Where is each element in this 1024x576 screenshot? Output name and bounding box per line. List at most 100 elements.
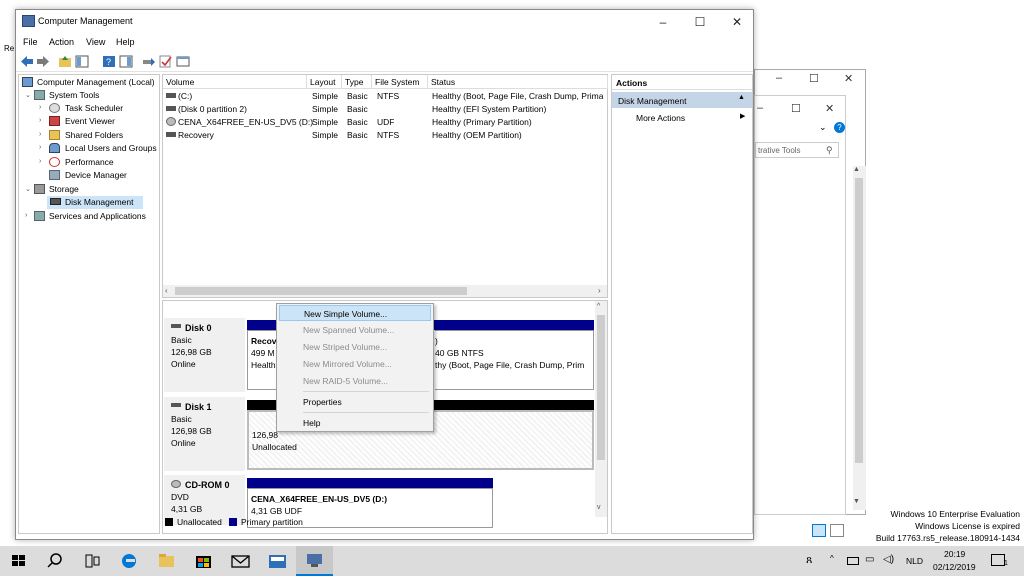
menu-view[interactable]: View	[86, 37, 105, 47]
menu-item-new-simple-volume[interactable]: New Simple Volume...	[279, 305, 431, 321]
column-header-type[interactable]: Type	[342, 75, 372, 89]
close-icon[interactable]: ✕	[825, 102, 834, 115]
menu-item-help[interactable]: Help	[279, 415, 431, 431]
disk-0-label[interactable]: Disk 0 Basic 126,98 GB Online	[164, 318, 245, 392]
mail-icon[interactable]	[222, 546, 259, 576]
large-icons-view-icon[interactable]	[830, 524, 844, 537]
minimize-icon[interactable]: –	[757, 102, 763, 114]
show-hidden-icons[interactable]: ^	[830, 554, 834, 563]
scroll-up-icon[interactable]: ▲	[853, 166, 860, 173]
collapse-chevron-icon[interactable]: ⌄	[25, 185, 31, 193]
scroll-thumb[interactable]	[175, 287, 467, 295]
action-center-icon[interactable]	[991, 554, 1005, 566]
storage-icon	[34, 184, 45, 194]
edge-browser-icon[interactable]	[111, 546, 148, 576]
volume-icon	[166, 93, 176, 98]
actions-pane: Actions Disk Management ▲ More Actions ▶	[611, 74, 753, 534]
language-indicator[interactable]: NLD	[906, 556, 923, 566]
menu-item-new-striped-volume[interactable]: New Striped Volume...	[279, 339, 431, 355]
disk-icon	[171, 324, 181, 328]
show-hide-tree-icon[interactable]	[75, 55, 89, 68]
computer-management-icon	[22, 15, 35, 27]
background-explorer-window[interactable]: – ☐ ✕ ⌄ ? trative Tools ⚲	[754, 95, 866, 515]
connect-icon[interactable]	[142, 55, 156, 68]
expand-chevron-icon[interactable]: ›	[39, 131, 41, 138]
maximize-button[interactable]: ☐	[683, 10, 717, 34]
close-icon[interactable]: ✕	[844, 72, 853, 85]
search-icon[interactable]: ⚲	[826, 145, 833, 156]
expand-chevron-icon[interactable]: ›	[39, 158, 41, 165]
menu-separator	[303, 412, 429, 413]
scroll-right-icon[interactable]: ›	[598, 286, 601, 295]
column-header-volume[interactable]: Volume	[163, 75, 307, 89]
column-header-status[interactable]: Status	[428, 75, 608, 89]
scroll-thumb[interactable]	[855, 178, 863, 463]
help-icon[interactable]: ?	[834, 122, 845, 133]
people-icon[interactable]: ጸ	[806, 554, 812, 567]
unallocated-swatch	[165, 518, 173, 526]
horizontal-scrollbar[interactable]: ‹ ›	[163, 285, 607, 297]
start-windows-icon[interactable]	[0, 546, 37, 576]
scroll-up-icon[interactable]: ^	[597, 303, 600, 310]
checklist-icon[interactable]	[159, 55, 173, 68]
primary-partition-swatch	[229, 518, 237, 526]
actions-section-disk-management[interactable]: Disk Management ▲	[612, 92, 752, 108]
store-icon[interactable]	[185, 546, 222, 576]
computer-management-window[interactable]: Computer Management – ☐ ✕ File Action Vi…	[15, 9, 754, 540]
expand-chevron-icon[interactable]: ›	[39, 117, 41, 124]
chevron-down-icon[interactable]: ⌄	[819, 122, 827, 133]
search-icon[interactable]	[37, 546, 74, 576]
vertical-scrollbar[interactable]: ▲ ▼	[853, 166, 865, 510]
tree-item-disk-management[interactable]: Disk Management	[47, 196, 143, 209]
column-header-layout[interactable]: Layout	[307, 75, 342, 89]
disk-1-label[interactable]: Disk 1 Basic 126,98 GB Online	[164, 397, 245, 471]
collapse-arrow-icon[interactable]: ▲	[738, 94, 745, 101]
expand-chevron-icon[interactable]: ›	[39, 104, 41, 111]
minimize-icon[interactable]: –	[776, 72, 782, 84]
desktop-stray-text: Re	[4, 44, 15, 53]
battery-icon[interactable]	[847, 557, 859, 565]
menu-item-new-raid5-volume[interactable]: New RAID-5 Volume...	[279, 373, 431, 389]
menu-item-properties[interactable]: Properties	[279, 394, 431, 410]
menu-help[interactable]: Help	[116, 37, 135, 47]
network-icon[interactable]: ▭	[865, 554, 874, 565]
minimize-button[interactable]: –	[646, 10, 680, 34]
file-explorer-icon[interactable]	[148, 546, 185, 576]
collapse-chevron-icon[interactable]: ⌄	[25, 91, 31, 99]
volume-icon[interactable]: ◁)	[883, 554, 894, 565]
clock-date[interactable]: 02/12/2019	[933, 562, 976, 572]
console-icon[interactable]	[176, 55, 190, 68]
clock-time[interactable]: 20:19	[944, 549, 965, 559]
menu-action[interactable]: Action	[49, 37, 74, 47]
computer-management-taskbar-button[interactable]	[296, 546, 333, 576]
back-arrow-icon[interactable]	[20, 55, 34, 68]
task-view-icon[interactable]	[74, 546, 111, 576]
maximize-icon[interactable]: ☐	[791, 102, 801, 115]
scroll-left-icon[interactable]: ‹	[165, 286, 168, 295]
menu-item-new-mirrored-volume[interactable]: New Mirrored Volume...	[279, 356, 431, 372]
expand-chevron-icon[interactable]: ›	[25, 212, 27, 219]
scroll-down-icon[interactable]: v	[597, 504, 601, 511]
volume-list[interactable]: Volume Layout Type File System Status (C…	[162, 74, 608, 298]
menu-file[interactable]: File	[23, 37, 38, 47]
maximize-icon[interactable]: ☐	[809, 72, 819, 85]
column-header-file-system[interactable]: File System	[372, 75, 428, 89]
search-box[interactable]: trative Tools ⚲	[755, 142, 839, 158]
more-actions[interactable]: More Actions ▶	[612, 110, 752, 126]
disk-0-c-partition[interactable]: ) 40 GB NTFS thy (Boot, Page File, Crash…	[435, 330, 594, 390]
console-tree[interactable]: Computer Management (Local) ⌄ System Too…	[18, 74, 160, 534]
forward-arrow-icon[interactable]	[36, 55, 50, 68]
help-book-icon[interactable]: ?	[102, 55, 116, 68]
scroll-down-icon[interactable]: ▼	[853, 498, 860, 505]
server-manager-icon[interactable]	[259, 546, 296, 576]
expand-chevron-icon[interactable]: ›	[39, 144, 41, 151]
title-bar[interactable]: Computer Management – ☐ ✕	[16, 10, 753, 34]
details-view-icon[interactable]	[812, 524, 826, 537]
up-folder-icon[interactable]	[58, 55, 72, 68]
close-button[interactable]: ✕	[720, 10, 754, 34]
vertical-scrollbar[interactable]: ^ v	[595, 301, 607, 517]
scroll-thumb[interactable]	[597, 315, 605, 460]
menu-bar: File Action View Help	[16, 35, 753, 51]
properties-pane-icon[interactable]	[119, 55, 133, 68]
menu-item-new-spanned-volume[interactable]: New Spanned Volume...	[279, 322, 431, 338]
